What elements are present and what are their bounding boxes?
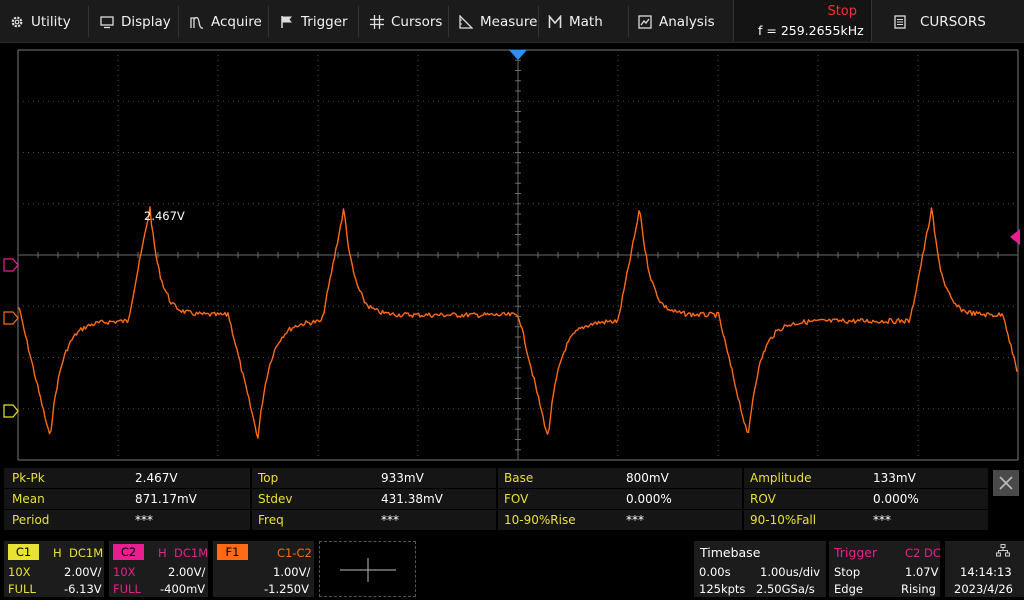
c2-bandwidth-limit: H xyxy=(158,546,167,560)
ruler-icon xyxy=(459,14,473,29)
c2-offset: -400mV xyxy=(160,582,206,596)
c1-ground-marker[interactable] xyxy=(3,404,19,418)
timebase-title: Timebase xyxy=(700,545,761,560)
timebase-delay: 0.00s xyxy=(699,565,731,579)
analysis-chart-icon xyxy=(638,14,652,29)
f1-source: C1-C2 xyxy=(277,546,312,560)
trigger-mode: Stop xyxy=(834,565,861,579)
measure-freq[interactable]: Freq *** xyxy=(252,510,496,530)
menu-measure[interactable]: Measure xyxy=(459,0,537,43)
frequency-readout: f = 259.2655kHz xyxy=(758,23,864,38)
measure-base[interactable]: Base 800mV xyxy=(498,468,742,488)
timebase-rate: 2.50GSa/s xyxy=(756,582,815,596)
c1-probe: 10X xyxy=(8,565,31,579)
plus-icon xyxy=(340,558,396,582)
c1-scale: 2.00V/ xyxy=(64,565,102,579)
c1-bandwidth-limit: H xyxy=(53,546,62,560)
measure-amplitude[interactable]: Amplitude 133mV xyxy=(744,468,988,488)
menu-analysis-label: Analysis xyxy=(659,13,715,30)
menu-measure-label: Measure xyxy=(480,13,538,30)
clock-box[interactable]: 14:14:13 2023/4/26 xyxy=(945,541,1024,597)
measure-close-button[interactable] xyxy=(993,470,1019,496)
frequency-counter[interactable]: Stop f = 259.2655kHz xyxy=(733,0,872,41)
trigger-level: 1.07V xyxy=(905,565,939,579)
measure-fov[interactable]: FOV 0.000% xyxy=(498,489,742,509)
peak-annotation: 2.467V xyxy=(144,209,185,223)
menu-math[interactable]: Math xyxy=(548,0,603,43)
f1-tag: F1 xyxy=(217,544,248,560)
waveform-display[interactable]: 2.467V xyxy=(0,43,1024,466)
timebase-points: 125kpts xyxy=(699,582,746,596)
menu-analysis[interactable]: Analysis xyxy=(638,0,715,43)
measure-mean[interactable]: Mean 871.17mV xyxy=(4,489,250,509)
acquire-icon xyxy=(190,16,204,29)
menu-acquire-label: Acquire xyxy=(211,13,262,30)
trigger-title: Trigger xyxy=(834,545,878,560)
menu-utility-label: Utility xyxy=(31,13,71,30)
status-strip: C1 H DC1M 10X 2.00V/ FULL -6.13V C2 H DC… xyxy=(0,538,1024,600)
run-state: Stop xyxy=(827,4,857,19)
measure-period[interactable]: Period *** xyxy=(4,510,250,530)
channel-c1-box[interactable]: C1 H DC1M 10X 2.00V/ FULL -6.13V xyxy=(4,541,104,597)
menu-cursors-label: Cursors xyxy=(391,13,443,30)
c1-offset: -6.13V xyxy=(64,582,102,596)
measure-rov[interactable]: ROV 0.000% xyxy=(744,489,988,509)
c1-bandwidth: FULL xyxy=(8,582,36,596)
trigger-slope: Rising xyxy=(901,582,936,596)
trigger-position-marker[interactable] xyxy=(509,50,527,60)
menu-trigger-label: Trigger xyxy=(301,13,348,30)
network-icon xyxy=(996,544,1010,557)
gear-icon xyxy=(11,16,23,27)
timebase-scale: 1.00us/div xyxy=(760,565,821,579)
document-list-icon xyxy=(894,14,906,29)
menu-utility[interactable]: Utility xyxy=(10,0,71,43)
measure-top[interactable]: Top 933mV xyxy=(252,468,496,488)
function-f1-box[interactable]: F1 C1-C2 1.00V/ -1.250V xyxy=(213,541,314,597)
graticule xyxy=(17,49,1019,461)
trigger-level-marker[interactable] xyxy=(1010,229,1020,245)
menu-cursors[interactable]: Cursors xyxy=(370,0,442,43)
measure-fall[interactable]: 90-10%Fall *** xyxy=(744,510,988,530)
menu-display-label: Display xyxy=(121,13,171,30)
trigger-type: Edge xyxy=(834,582,863,596)
trigger-flag-icon xyxy=(281,15,292,28)
c1-coupling: DC1M xyxy=(69,546,104,560)
menu-math-label: Math xyxy=(569,13,603,30)
c1-tag: C1 xyxy=(8,544,39,560)
c2-scale: 2.00V/ xyxy=(168,565,206,579)
f1-scale: 1.00V/ xyxy=(273,565,311,579)
crosshair-icon xyxy=(370,14,384,29)
monitor-icon xyxy=(100,15,114,28)
f1-offset: -1.250V xyxy=(264,582,309,596)
trigger-source: C2 DC xyxy=(905,546,941,560)
measure-stdev[interactable]: Stdev 431.38mV xyxy=(252,489,496,509)
menu-trigger[interactable]: Trigger xyxy=(280,0,348,43)
menu-bar: Utility Display Acquire Trigger Cursors … xyxy=(0,0,1024,43)
c2-coupling: DC1M xyxy=(174,546,209,560)
c2-probe: 10X xyxy=(113,565,136,579)
cursors-button[interactable]: CURSORS xyxy=(878,0,1024,43)
c2-ground-marker[interactable] xyxy=(3,258,19,272)
cursors-button-label: CURSORS xyxy=(920,13,986,30)
trigger-box[interactable]: Trigger C2 DC Stop 1.07V Edge Rising xyxy=(829,541,941,597)
close-icon xyxy=(999,476,1013,490)
f1-ground-marker[interactable] xyxy=(3,311,19,325)
math-m-icon xyxy=(548,14,562,28)
add-channel-button[interactable] xyxy=(319,541,416,597)
clock-time: 14:14:13 xyxy=(960,565,1012,579)
menu-display[interactable]: Display xyxy=(100,0,171,43)
c2-bandwidth: FULL xyxy=(113,582,141,596)
c2-tag: C2 xyxy=(113,544,144,560)
measure-pkpk[interactable]: Pk-Pk 2.467V xyxy=(4,468,250,488)
measure-rise[interactable]: 10-90%Rise *** xyxy=(498,510,742,530)
menu-acquire[interactable]: Acquire xyxy=(190,0,262,43)
timebase-box[interactable]: Timebase 0.00s 1.00us/div 125kpts 2.50GS… xyxy=(694,541,826,597)
channel-c2-box[interactable]: C2 H DC1M 10X 2.00V/ FULL -400mV xyxy=(109,541,208,597)
measurement-table: Pk-Pk 2.467V Top 933mV Base 800mV Amplit… xyxy=(4,468,988,531)
clock-date: 2023/4/26 xyxy=(954,582,1013,596)
